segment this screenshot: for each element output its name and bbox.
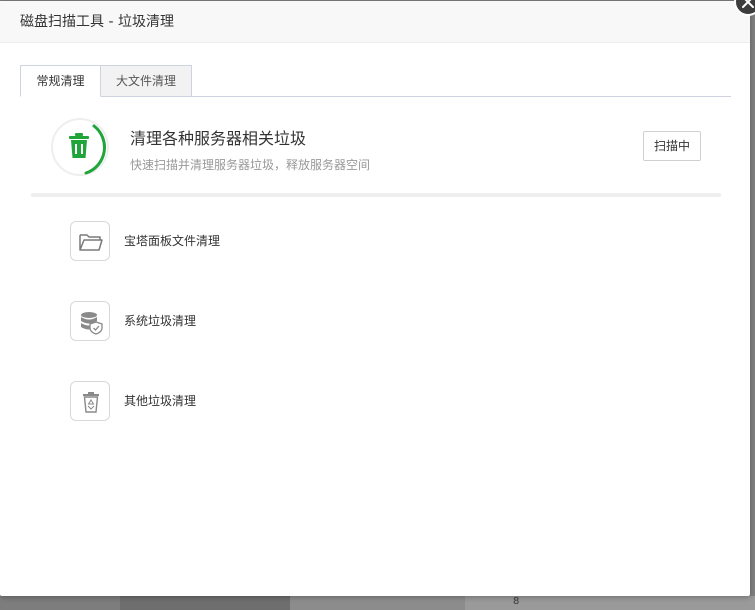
tab-general-clean[interactable]: 常规清理: [20, 65, 101, 97]
section-divider: [31, 193, 721, 197]
trash-icon: [51, 118, 109, 176]
item-label: 系统垃圾清理: [124, 314, 197, 328]
scan-subtitle: 快速扫描并清理服务器垃圾，释放服务器空间: [130, 158, 371, 172]
background-page-number: 8: [513, 596, 520, 607]
tab-large-file-clean[interactable]: 大文件清理: [101, 65, 192, 97]
scan-button[interactable]: 扫描中: [643, 131, 701, 161]
item-icon-box: [70, 381, 110, 421]
database-shield-icon: [81, 312, 103, 335]
clean-item-panel-files[interactable]: 宝塔面板文件清理: [70, 221, 470, 263]
recycle-bin-icon: [83, 392, 99, 413]
item-icon-box: [70, 221, 110, 261]
clean-item-system-junk[interactable]: 系统垃圾清理: [70, 301, 470, 343]
scan-title: 清理各种服务器相关垃圾: [130, 129, 307, 148]
item-label: 其他垃圾清理: [124, 394, 197, 408]
item-label: 宝塔面板文件清理: [124, 234, 221, 248]
clean-item-other-junk[interactable]: 其他垃圾清理: [70, 381, 470, 423]
item-icon-box: [70, 301, 110, 341]
close-icon: [742, 0, 754, 8]
disk-scan-dialog: 磁盘扫描工具 - 垃圾清理 常规清理 大文件清理 清理各种服务器相关垃圾 快速扫…: [0, 0, 755, 596]
tab-bar: 常规清理 大文件清理: [20, 65, 731, 97]
scan-summary: 清理各种服务器相关垃圾 快速扫描并清理服务器垃圾，释放服务器空间 扫描中: [50, 117, 720, 177]
dialog-title: 磁盘扫描工具 - 垃圾清理: [20, 14, 174, 30]
folder-icon: [79, 234, 103, 251]
scan-progress-ring: [50, 117, 110, 177]
background-strip: [0, 596, 755, 610]
dialog-header: 磁盘扫描工具 - 垃圾清理: [0, 1, 750, 43]
